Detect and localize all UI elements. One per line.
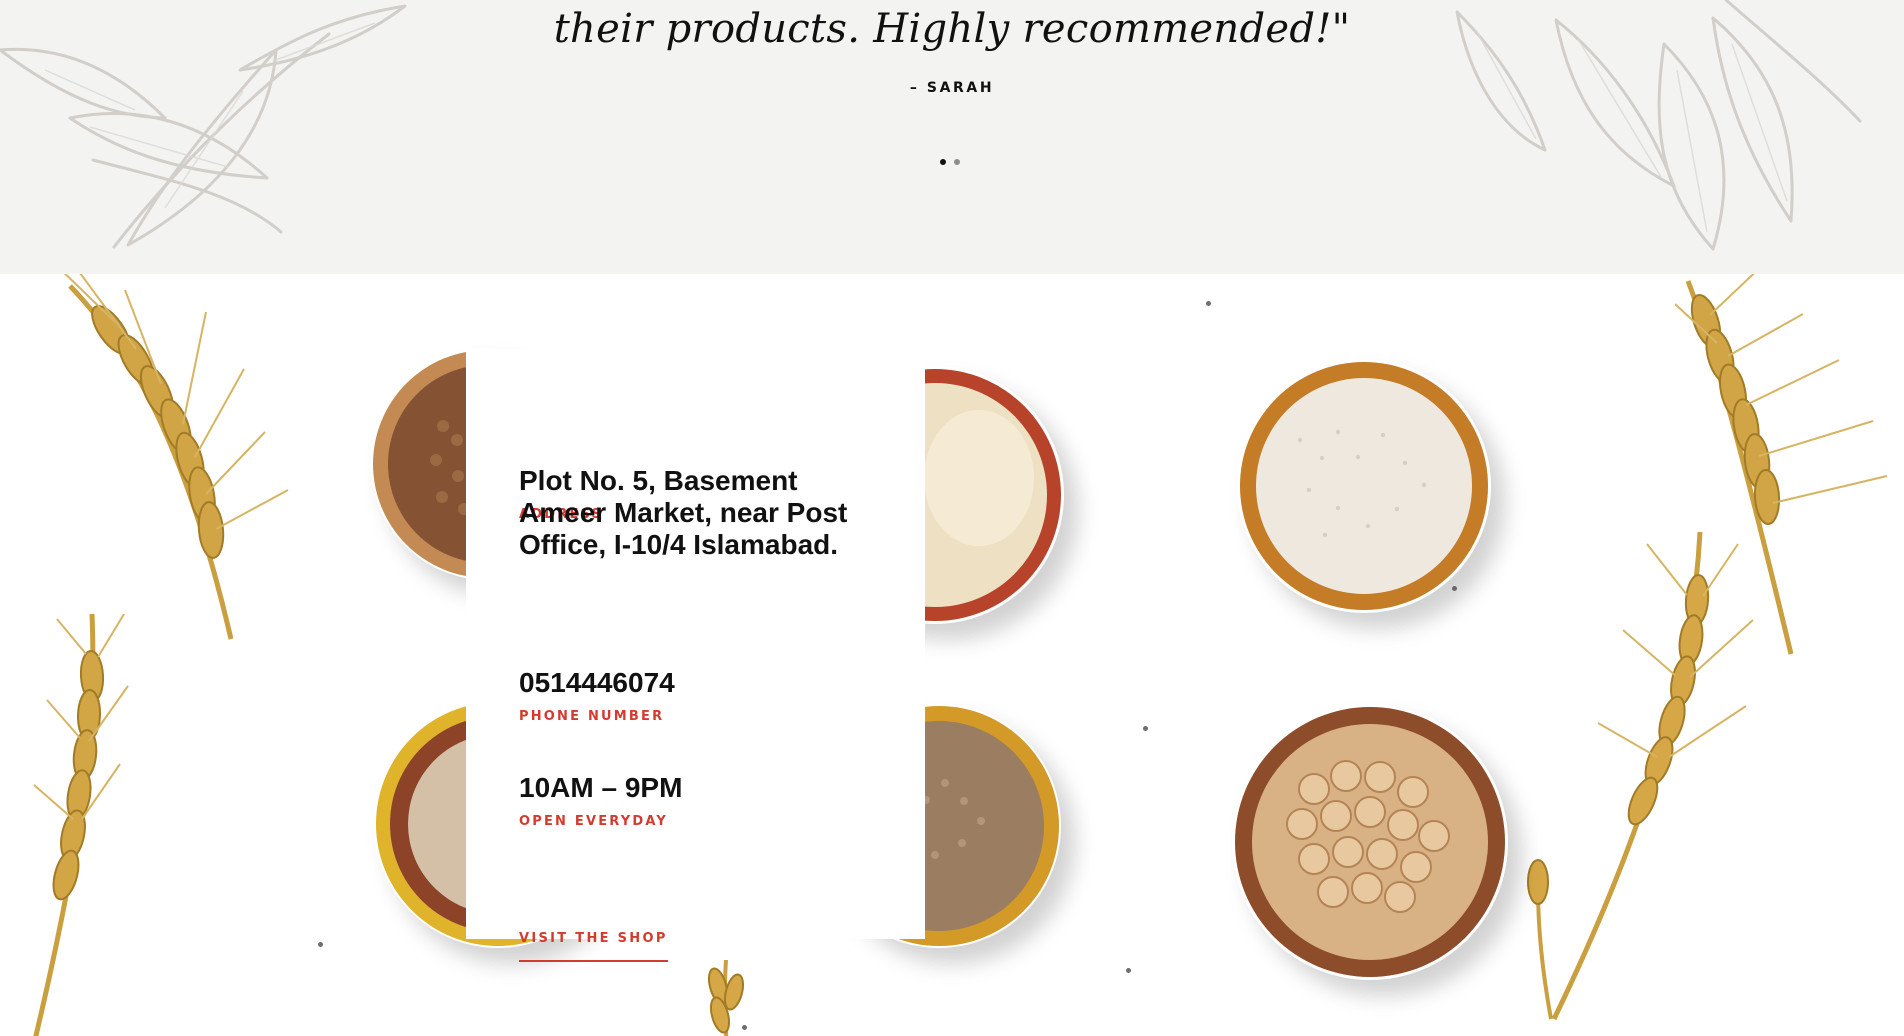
wheat-center-bottom-icon [707,960,745,1036]
testimonial-quote: their products. Highly recommended!" [553,6,1351,52]
visit-shop-link[interactable]: VISIT THE SHOP [519,931,668,962]
pagination-dot-1[interactable] [940,159,946,165]
decorative-speck [1206,301,1211,306]
testimonial-pagination [940,159,960,165]
decorative-speck [1452,586,1457,591]
address-value: Plot No. 5, Basement Ameer Market, near … [519,465,848,560]
phone-value[interactable]: 0514446074 [519,667,675,699]
contact-card: ADDRESS Plot No. 5, Basement Ameer Marke… [466,349,925,962]
hours-label: OPEN EVERYDAY [519,814,669,829]
chickpeas-bowl-icon [1232,704,1508,980]
testimonial-section: their products. Highly recommended!" – S… [0,0,1904,274]
wheat-right-bottom-icon [1527,531,1754,1021]
decorative-speck [742,1025,747,1030]
page: their products. Highly recommended!" – S… [0,0,1904,1036]
phone-label: PHONE NUMBER [519,709,665,724]
shop-info-section: ADDRESS Plot No. 5, Basement Ameer Marke… [0,274,1904,1036]
testimonial-author: – SARAH [909,80,995,96]
decorative-speck [1126,968,1131,973]
pagination-dot-2[interactable] [954,159,960,165]
wheat-left-bottom-icon [33,614,129,1036]
hours-value: 10AM – 9PM [519,772,683,803]
decorative-speck [1143,726,1148,731]
decorative-speck [318,942,323,947]
quinoa-bowl-icon [1237,359,1491,613]
